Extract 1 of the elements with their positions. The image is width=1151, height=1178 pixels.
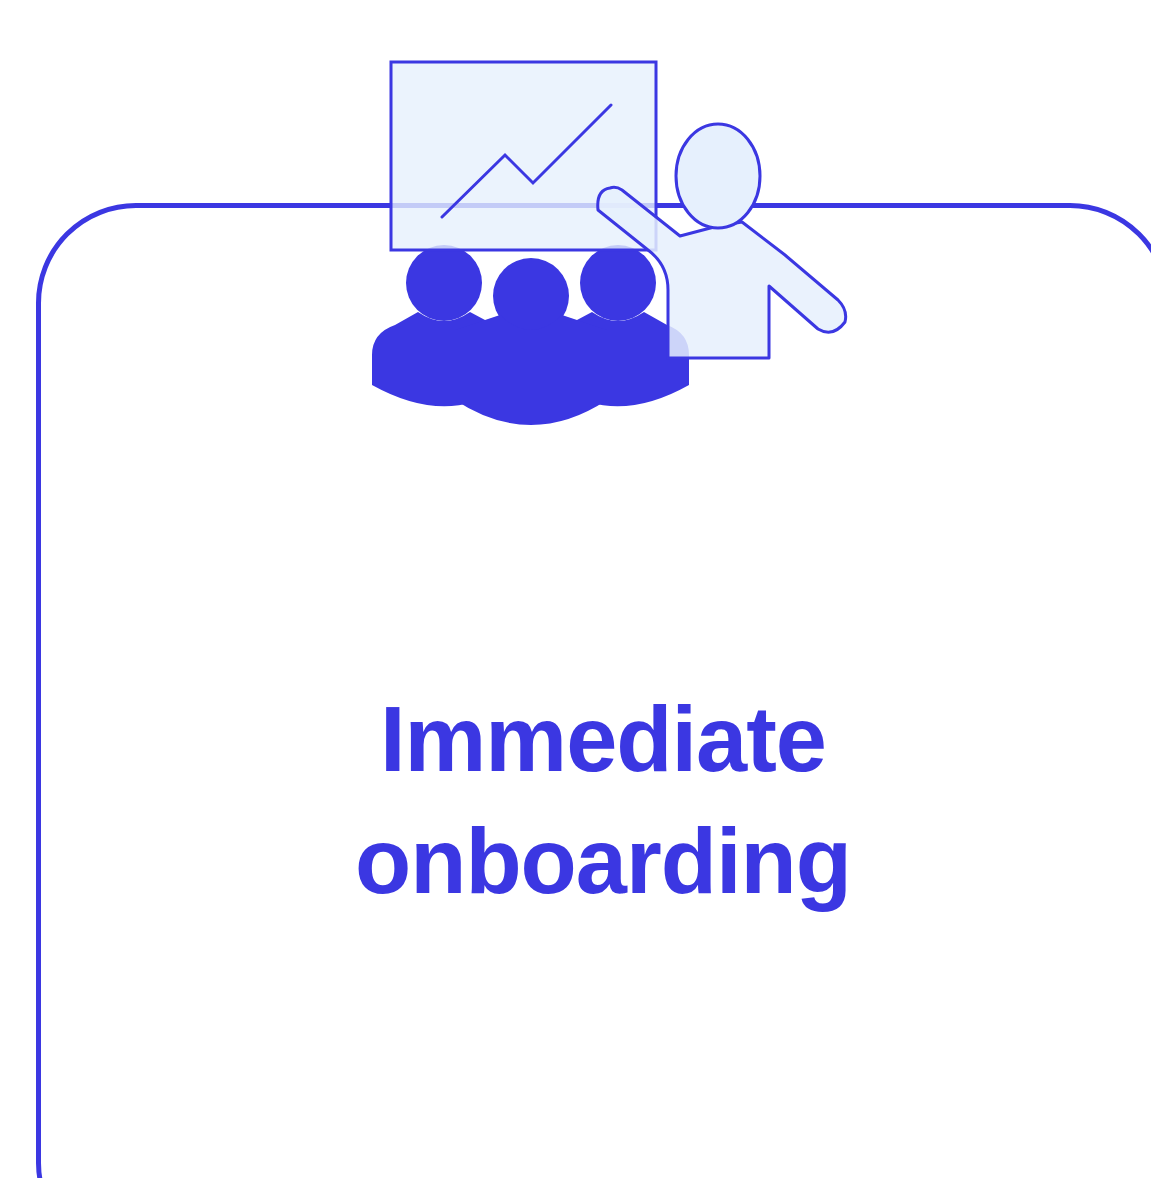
card-title: Immediate onboarding	[354, 687, 852, 914]
